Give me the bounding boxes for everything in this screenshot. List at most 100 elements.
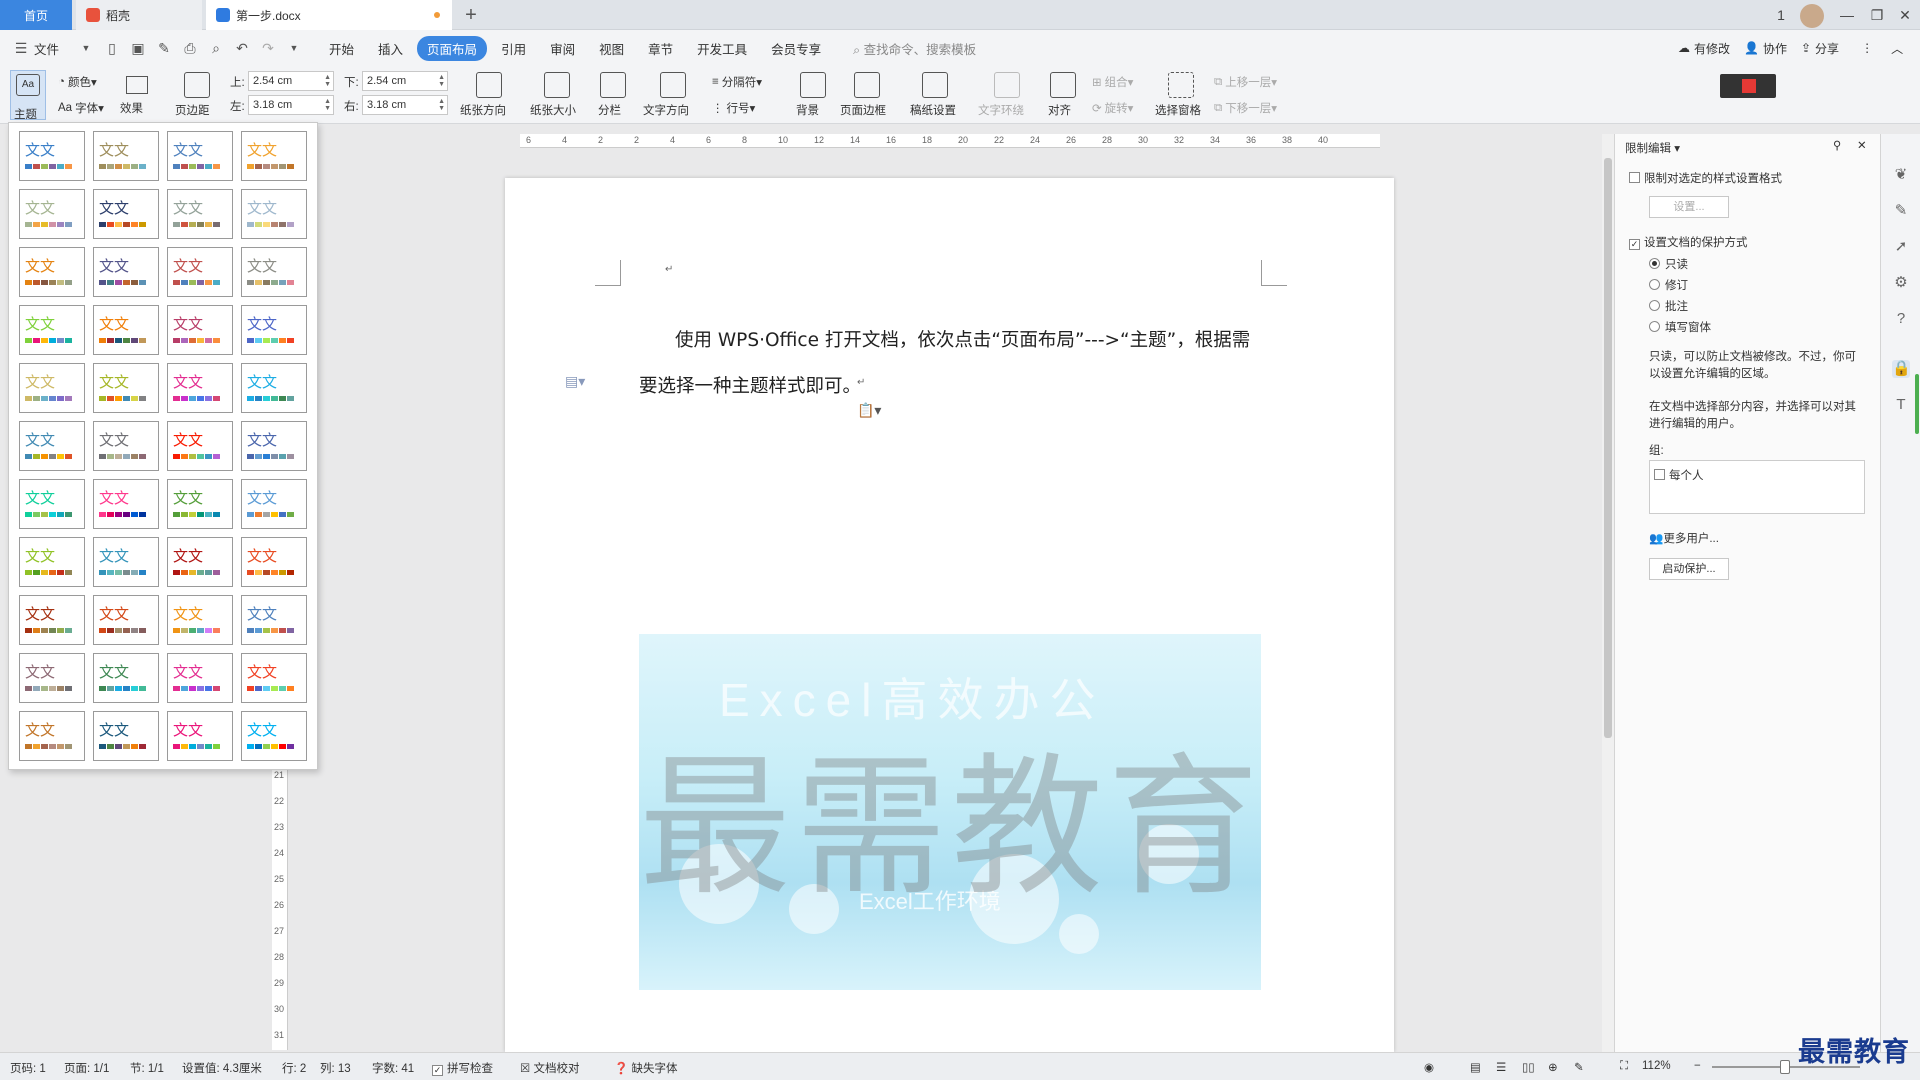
eye-protect-icon[interactable]: ◉ — [1424, 1060, 1434, 1074]
collab-button[interactable]: 协作 — [1763, 40, 1787, 57]
menu-insert[interactable]: 插入 — [368, 36, 413, 61]
group-button[interactable]: ⊞ 组合 ▾ — [1092, 74, 1133, 90]
status-words[interactable]: 字数: 41 — [372, 1060, 414, 1076]
status-row[interactable]: 行: 2 — [282, 1060, 306, 1076]
option-comment[interactable]: 批注 — [1649, 298, 1688, 314]
collapse-ribbon-icon[interactable]: ︿ — [1891, 40, 1903, 57]
customize-icon[interactable]: ▼ — [285, 39, 303, 57]
web-view-icon[interactable]: ⊕ — [1548, 1060, 1558, 1074]
theme-thumb[interactable]: 文文 — [19, 189, 85, 239]
paste-options-icon[interactable]: 📋▾ — [857, 402, 881, 419]
theme-thumb[interactable]: 文文 — [241, 711, 307, 761]
theme-thumb[interactable]: 文文 — [241, 189, 307, 239]
panel-title[interactable]: 限制编辑 ▾ — [1625, 140, 1680, 156]
text-direction-icon[interactable] — [660, 72, 686, 98]
format-painter-icon[interactable]: ✎ — [155, 39, 173, 57]
theme-thumb[interactable]: 文文 — [241, 363, 307, 413]
pin-icon[interactable]: ⚲ — [1833, 138, 1841, 152]
settings-sliders-icon[interactable]: ⚙ — [1892, 274, 1910, 292]
theme-thumb[interactable]: 文文 — [241, 247, 307, 297]
edit-icon[interactable]: ✎ — [1892, 202, 1910, 220]
theme-thumb[interactable]: 文文 — [93, 479, 159, 529]
paper-size-button[interactable]: 纸张大小 — [530, 102, 576, 118]
reading-view-icon[interactable]: ▯▯ — [1522, 1060, 1535, 1074]
write-view-icon[interactable]: ✎ — [1574, 1060, 1584, 1074]
spin-icon[interactable]: ▲ ▼ — [438, 74, 445, 88]
everyone-checkbox[interactable]: 每个人 — [1654, 467, 1704, 483]
theme-thumb[interactable]: 文文 — [93, 363, 159, 413]
changes-status[interactable]: 有修改 — [1694, 40, 1730, 57]
users-list[interactable]: 每个人 — [1649, 460, 1865, 514]
new-doc-icon[interactable]: ▯ — [103, 39, 121, 57]
document-image[interactable]: Excel高效办公 Excel工作环境 最需教育 — [639, 634, 1261, 990]
tab-daoke[interactable]: 稻壳 — [76, 0, 202, 30]
theme-thumb[interactable]: 文文 — [93, 131, 159, 181]
zoom-out-button[interactable]: − — [1694, 1060, 1701, 1072]
missing-font-button[interactable]: ❓ 缺失字体 — [614, 1060, 678, 1076]
style-icon[interactable]: ❦ — [1892, 166, 1910, 184]
margin-button[interactable]: 页边距 — [175, 102, 210, 118]
theme-thumb[interactable]: 文文 — [19, 363, 85, 413]
wrap-button[interactable]: 文字环绕 — [978, 102, 1024, 118]
option-fill-form[interactable]: 填写窗体 — [1649, 319, 1711, 335]
option-readonly[interactable]: 只读 — [1649, 256, 1688, 272]
margin-icon[interactable] — [184, 72, 210, 98]
status-page-code[interactable]: 页码: 1 — [10, 1060, 46, 1076]
tab-home[interactable]: 首页 — [0, 0, 72, 30]
file-menu[interactable]: 文件 — [34, 36, 69, 61]
columns-button[interactable]: 分栏 — [598, 102, 621, 118]
status-setting[interactable]: 设置值: 4.3厘米 — [182, 1060, 262, 1076]
spin-icon[interactable]: ▲ ▼ — [324, 74, 331, 88]
start-protect-button[interactable]: 启动保护... — [1649, 558, 1729, 580]
color-button[interactable]: ◔ 颜色 ▾ — [58, 74, 97, 90]
fit-page-icon[interactable]: ⛶ — [1620, 1060, 1628, 1073]
horizontal-ruler[interactable]: 6 4 2 2 4 6 8 10 12 14 16 18 20 22 24 26 28 30 32 34 36 38 40 — [520, 134, 1380, 148]
align-icon[interactable] — [1050, 72, 1076, 98]
document-page[interactable]: ↵ 使用 WPS·Office 打开文档，依次点击“页面布局”--->“主题”，… — [505, 178, 1394, 1052]
theme-thumb[interactable]: 文文 — [93, 421, 159, 471]
hamburger-icon[interactable]: ☰ — [12, 39, 30, 57]
status-page[interactable]: 页面: 1/1 — [64, 1060, 109, 1076]
theme-thumb[interactable]: 文文 — [19, 595, 85, 645]
theme-thumb[interactable]: 文文 — [167, 421, 233, 471]
theme-thumb[interactable]: 文文 — [19, 711, 85, 761]
pointer-icon[interactable]: ➚ — [1892, 238, 1910, 256]
maximize-button[interactable]: ❐ — [1866, 4, 1888, 26]
draft-settings-button[interactable]: 稿纸设置 — [910, 102, 956, 118]
theme-thumb[interactable]: 文文 — [241, 305, 307, 355]
draft-icon[interactable] — [922, 72, 948, 98]
doc-assist-icon[interactable]: ▤▾ — [565, 373, 585, 390]
spin-icon[interactable]: ▲ ▼ — [438, 98, 445, 112]
outline-view-icon[interactable]: ☰ — [1496, 1060, 1506, 1074]
menu-page-layout[interactable]: 页面布局 — [417, 35, 488, 61]
theme-thumb[interactable]: 文文 — [241, 537, 307, 587]
columns-icon[interactable] — [600, 72, 626, 98]
theme-thumb[interactable]: 文文 — [241, 595, 307, 645]
rotate-button[interactable]: ⟳ 旋转 ▾ — [1092, 100, 1133, 116]
command-search[interactable]: ⌕ 查找命令、搜索模板 — [853, 39, 976, 58]
background-icon[interactable] — [800, 72, 826, 98]
theme-thumb[interactable]: 文文 — [93, 595, 159, 645]
user-avatar[interactable] — [1800, 4, 1824, 28]
settings-button[interactable]: 设置... — [1649, 196, 1729, 218]
theme-thumb[interactable]: 文文 — [19, 421, 85, 471]
align-button[interactable]: 对齐 — [1048, 102, 1071, 118]
theme-thumb[interactable]: 文文 — [167, 131, 233, 181]
theme-thumb[interactable]: 文文 — [167, 653, 233, 703]
vertical-scrollbar[interactable] — [1602, 134, 1614, 1052]
theme-thumb[interactable]: 文文 — [167, 595, 233, 645]
font-button[interactable]: Aa 字体 ▾ — [58, 100, 104, 116]
bring-forward-button[interactable]: ⧉ 上移一层 ▾ — [1214, 74, 1277, 90]
more-icon[interactable]: ⋮ — [1861, 41, 1873, 55]
bottom-margin-input[interactable]: 2.54 cm ▲ ▼ — [362, 71, 448, 91]
theme-thumb[interactable]: 文文 — [241, 479, 307, 529]
page-border-button[interactable]: 页面边框 — [840, 102, 886, 118]
undo-icon[interactable]: ↶ — [233, 39, 251, 57]
lock-icon[interactable]: 🔒 — [1892, 360, 1911, 378]
theme-thumb[interactable]: 文文 — [19, 305, 85, 355]
wrap-icon[interactable] — [994, 72, 1020, 98]
menu-references[interactable]: 引用 — [491, 36, 536, 61]
text-direction-button[interactable]: 文字方向 — [643, 102, 689, 118]
theme-thumb[interactable]: 文文 — [19, 131, 85, 181]
layout-toggle-button[interactable]: 1 — [1770, 4, 1792, 26]
